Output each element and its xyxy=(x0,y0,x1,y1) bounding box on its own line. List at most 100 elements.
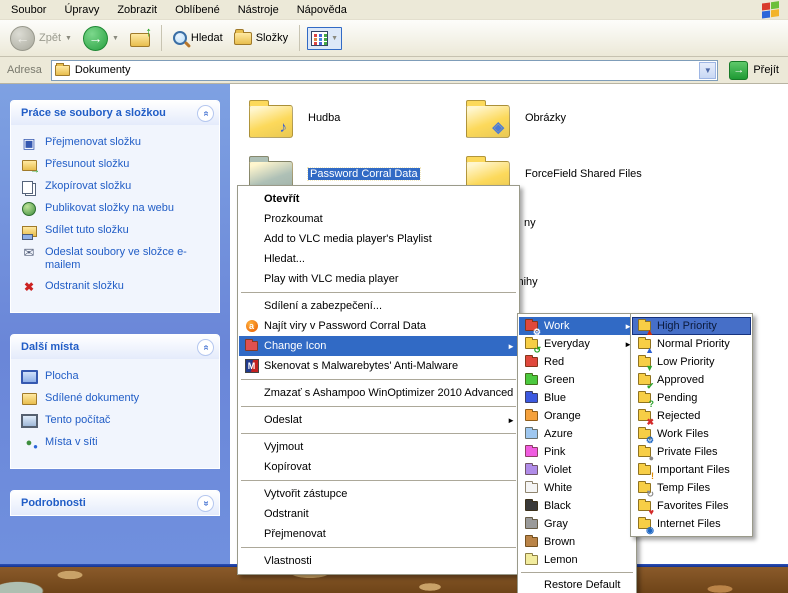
icon-overlay-glyph: ? xyxy=(649,400,655,409)
file-tile[interactable]: ♪ Hudba xyxy=(244,92,340,144)
menu-item[interactable]: Restore Default xyxy=(519,576,635,593)
menu-item[interactable]: Blue xyxy=(519,389,635,407)
sidebar-task[interactable]: Publikovat složky na webu xyxy=(20,202,215,216)
menu-item-icon: ? xyxy=(635,391,654,406)
menu-item[interactable] xyxy=(241,292,516,293)
menu-item[interactable]: Vyjmout xyxy=(239,437,518,457)
menu-item[interactable]: ! Important Files xyxy=(632,461,751,479)
sidebar-place[interactable]: Sdílené dokumenty xyxy=(20,392,215,406)
menu-item[interactable]: ✖ Rejected xyxy=(632,407,751,425)
menu-item[interactable]: Odstranit xyxy=(239,504,518,524)
menu-item[interactable]: Najít viry v Password Corral Data xyxy=(239,316,518,336)
menu-item-icon: ✖ xyxy=(635,409,654,424)
menu-item[interactable]: ? Pending xyxy=(632,389,751,407)
sidebar-place[interactable]: Místa v síti xyxy=(20,436,215,450)
forward-button[interactable]: → ▼ xyxy=(79,24,123,53)
place-icon xyxy=(20,436,38,450)
address-input[interactable]: Dokumenty ▼ xyxy=(51,60,718,81)
collapse-chevron-icon[interactable] xyxy=(197,105,214,122)
sidebar-task[interactable]: Přesunout složku xyxy=(20,158,215,172)
folders-button[interactable]: Složky xyxy=(230,30,292,47)
menu-item[interactable]: Odeslat ► xyxy=(239,410,518,430)
menu-item[interactable]: Green xyxy=(519,371,635,389)
menu-item[interactable]: White xyxy=(519,479,635,497)
menu-item[interactable]: Play with VLC media player xyxy=(239,269,518,289)
menu-item[interactable]: ● Private Files xyxy=(632,443,751,461)
menu-item[interactable]: Vlastnosti xyxy=(239,551,518,571)
menu-item[interactable] xyxy=(241,547,516,548)
back-button[interactable]: ← Zpět ▼ xyxy=(6,24,76,53)
menu-item[interactable]: Lemon xyxy=(519,551,635,569)
sidebar-task[interactable]: Zkopírovat složku xyxy=(20,180,215,194)
sidebar-task[interactable]: Přejmenovat složku xyxy=(20,136,215,150)
menu-item[interactable] xyxy=(241,379,516,380)
menu-napoveda[interactable]: Nápověda xyxy=(288,1,356,19)
panel-details: Podrobnosti xyxy=(10,490,220,516)
menu-item[interactable]: Hledat... xyxy=(239,249,518,269)
menu-item[interactable]: Azure xyxy=(519,425,635,443)
menu-item-label: Red xyxy=(541,356,622,368)
menu-item[interactable] xyxy=(521,572,633,573)
menu-item[interactable]: Gray xyxy=(519,515,635,533)
menu-oblibene[interactable]: Oblíbené xyxy=(166,1,229,19)
sidebar-task[interactable]: Odstranit složku xyxy=(20,280,215,294)
file-tile[interactable]: ◈ Obrázky xyxy=(461,92,566,144)
menu-zobrazit[interactable]: Zobrazit xyxy=(108,1,166,19)
sidebar-task[interactable]: Odeslat soubory ve složce e-mailem xyxy=(20,246,215,272)
menu-item[interactable]: ♥ Favorites Files xyxy=(632,497,751,515)
menu-item-icon: ◉ xyxy=(635,517,654,532)
panel-header[interactable]: Podrobnosti xyxy=(11,491,219,515)
menu-item[interactable] xyxy=(241,406,516,407)
menu-nastroje[interactable]: Nástroje xyxy=(229,1,288,19)
menu-item[interactable]: Skenovat s Malwarebytes' Anti-Malware xyxy=(239,356,518,376)
expand-chevron-icon[interactable] xyxy=(197,495,214,512)
up-button[interactable] xyxy=(126,27,154,49)
menu-item[interactable]: Zmazať s Ashampoo WinOptimizer 2010 Adva… xyxy=(239,383,518,403)
forward-dropdown-icon[interactable]: ▼ xyxy=(112,35,119,42)
menu-item[interactable]: ✔ Approved xyxy=(632,371,751,389)
menu-item[interactable]: Orange xyxy=(519,407,635,425)
menu-item[interactable] xyxy=(241,480,516,481)
panel-header[interactable]: Práce se soubory a složkou xyxy=(11,101,219,125)
menu-item[interactable]: Prozkoumat xyxy=(239,209,518,229)
address-dropdown-icon[interactable]: ▼ xyxy=(699,62,716,79)
sidebar-task[interactable]: Sdílet tuto složku xyxy=(20,224,215,238)
menu-item[interactable]: Kopírovat xyxy=(239,457,518,477)
go-button[interactable]: → Přejít xyxy=(723,61,785,80)
menu-item[interactable]: ▼ Low Priority xyxy=(632,353,751,371)
menu-item[interactable]: Přejmenovat xyxy=(239,524,518,544)
menu-item[interactable]: Otevřít xyxy=(239,189,518,209)
collapse-chevron-icon[interactable] xyxy=(197,339,214,356)
menu-item[interactable]: ↺ Everyday ► xyxy=(519,335,635,353)
menu-item[interactable]: ◉ Internet Files xyxy=(632,515,751,533)
panel-header[interactable]: Další místa xyxy=(11,335,219,359)
menu-soubor[interactable]: Soubor xyxy=(2,1,55,19)
menu-item[interactable]: Add to VLC media player's Playlist xyxy=(239,229,518,249)
menu-item[interactable]: ↻ Temp Files xyxy=(632,479,751,497)
menu-item-label: High Priority xyxy=(654,320,738,332)
explorer-window: Soubor Úpravy Zobrazit Oblíbené Nástroje… xyxy=(0,0,788,593)
menu-item[interactable]: Red xyxy=(519,353,635,371)
sidebar-place[interactable]: Plocha xyxy=(20,370,215,384)
menu-item[interactable]: Violet xyxy=(519,461,635,479)
menu-item[interactable]: ⚙ Work ► xyxy=(519,317,635,335)
menu-item-icon xyxy=(242,554,261,569)
search-button[interactable]: Hledat xyxy=(169,29,227,47)
menu-item[interactable]: ▲ High Priority xyxy=(632,317,751,335)
sidebar-place[interactable]: Tento počítač xyxy=(20,414,215,428)
menu-upravy[interactable]: Úpravy xyxy=(55,1,108,19)
views-button[interactable]: ▼ xyxy=(307,27,342,50)
menu-item[interactable]: Brown xyxy=(519,533,635,551)
menu-item[interactable]: Vytvořit zástupce xyxy=(239,484,518,504)
back-dropdown-icon[interactable]: ▼ xyxy=(65,35,72,42)
menu-item[interactable]: Sdílení a zabezpečení... xyxy=(239,296,518,316)
menu-item[interactable]: Change Icon ► xyxy=(239,336,518,356)
menu-item[interactable]: ⚙ Work Files xyxy=(632,425,751,443)
menu-item[interactable]: Black xyxy=(519,497,635,515)
menu-item[interactable] xyxy=(241,433,516,434)
views-dropdown-icon[interactable]: ▼ xyxy=(331,35,338,42)
folder-icon: ♪ xyxy=(249,105,293,138)
menu-item[interactable]: ▲ Normal Priority xyxy=(632,335,751,353)
menu-item[interactable]: Pink xyxy=(519,443,635,461)
folder-overlay-glyph: ♪ xyxy=(280,120,288,135)
